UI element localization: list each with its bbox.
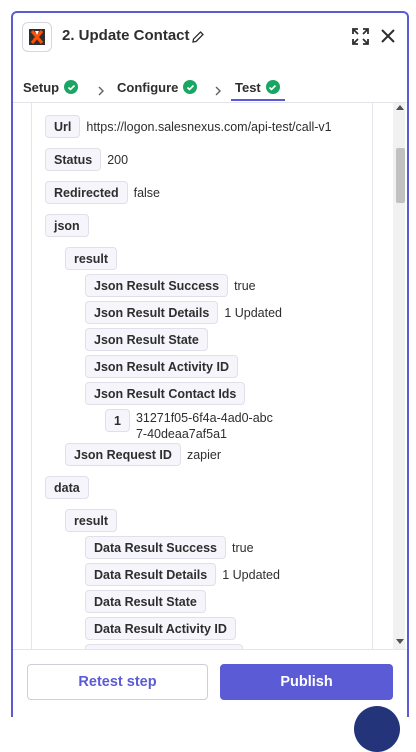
tab-setup[interactable]: Setup	[23, 73, 79, 101]
step-tabs: Setup Configure Test	[13, 69, 407, 103]
field-key: Json Result Details	[85, 301, 219, 324]
step-title: 2. Update Contact	[62, 27, 190, 44]
result-row: Json Result State	[85, 328, 208, 351]
result-group[interactable]: result	[65, 247, 118, 270]
tab-label: Test	[235, 79, 261, 95]
field-value: 200	[107, 153, 129, 167]
result-row: Data Result Success true	[85, 536, 254, 559]
result-row: Data Result State	[85, 590, 206, 613]
active-tab-indicator	[231, 99, 285, 101]
field-key: Json Result Success	[85, 274, 229, 297]
check-circle-icon	[265, 80, 280, 94]
check-circle-icon	[64, 80, 79, 94]
field-key: Json Result Contact Ids	[85, 382, 246, 405]
field-key: Data Result State	[85, 590, 206, 613]
tab-label: Configure	[117, 79, 179, 95]
field-key: 1	[105, 409, 130, 432]
chevron-right-icon	[97, 83, 105, 96]
field-key: Data Result Activity ID	[85, 617, 236, 640]
field-key: Url	[45, 115, 81, 138]
retest-step-button[interactable]: Retest step	[27, 664, 208, 700]
field-key: result	[65, 247, 118, 270]
tab-configure[interactable]: Configure	[117, 73, 198, 101]
field-value: true	[231, 541, 254, 555]
field-value: false	[133, 186, 161, 200]
result-group[interactable]: result	[65, 509, 118, 532]
test-results: Url https://logon.salesnexus.com/api-tes…	[31, 103, 373, 649]
field-value: https://logon.salesnexus.com/api-test/ca…	[86, 120, 332, 134]
scroll-up-arrow-icon[interactable]	[396, 105, 404, 110]
tab-label: Setup	[23, 79, 60, 95]
tab-test[interactable]: Test	[235, 73, 280, 101]
result-row: Data Result Details 1 Updated	[85, 563, 280, 586]
result-group[interactable]: json	[45, 214, 89, 237]
field-key: Data Result Success	[85, 536, 226, 559]
panel-header: 2. Update Contact	[13, 13, 407, 63]
field-key: Data Result Details	[85, 563, 217, 586]
result-group[interactable]: Json Result Contact Ids	[85, 382, 246, 405]
field-key: Json Result State	[85, 328, 208, 351]
field-key: json	[45, 214, 89, 237]
result-row: Json Result Activity ID	[85, 355, 238, 378]
check-circle-icon	[183, 80, 198, 94]
chevron-right-icon	[214, 83, 222, 96]
field-value: true	[234, 279, 256, 293]
step-panel: 2. Update Contact Setup Configure Test U…	[11, 11, 409, 717]
help-chat-icon[interactable]	[354, 706, 400, 752]
scrollbar-thumb[interactable]	[396, 148, 405, 203]
result-row: Redirected false	[45, 181, 160, 204]
result-row: 1 31271f05-6f4a-4ad0-abc7-40deaa7af5a1	[105, 409, 276, 442]
field-key: Json Result Activity ID	[85, 355, 238, 378]
field-key: Json Request ID	[65, 443, 181, 466]
app-logo-icon	[22, 22, 52, 52]
field-value: 1 Updated	[222, 568, 280, 582]
field-value: 31271f05-6f4a-4ad0-abc7-40deaa7af5a1	[135, 411, 273, 441]
publish-button[interactable]: Publish	[220, 664, 393, 700]
result-row: Json Request ID zapier	[65, 443, 221, 466]
result-group[interactable]: data	[45, 476, 89, 499]
result-row: Json Result Success true	[85, 274, 256, 297]
result-row: Url https://logon.salesnexus.com/api-tes…	[45, 115, 332, 138]
result-row: Json Result Details 1 Updated	[85, 301, 282, 324]
field-key: result	[65, 509, 118, 532]
divider	[13, 649, 407, 650]
field-key: Status	[45, 148, 102, 171]
result-row: Data Result Activity ID	[85, 617, 236, 640]
result-row: Status 200	[45, 148, 128, 171]
expand-icon[interactable]	[352, 28, 369, 45]
pencil-icon[interactable]	[191, 30, 205, 44]
field-value: zapier	[186, 448, 221, 462]
close-icon[interactable]	[381, 29, 395, 43]
field-key: Redirected	[45, 181, 128, 204]
field-key: data	[45, 476, 89, 499]
scroll-down-arrow-icon[interactable]	[396, 639, 404, 644]
field-value: 1 Updated	[224, 306, 283, 320]
